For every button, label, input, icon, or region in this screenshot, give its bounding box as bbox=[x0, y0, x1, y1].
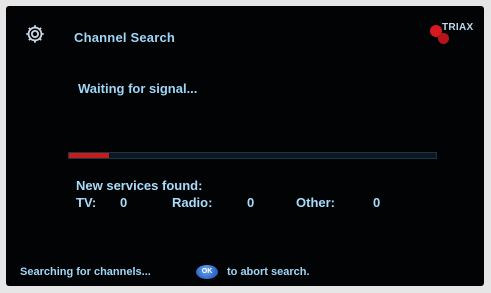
abort-text: to abort search. bbox=[227, 266, 310, 278]
logo-dot-icon bbox=[438, 33, 449, 44]
services-found-heading: New services found: bbox=[76, 178, 203, 193]
searching-text: Searching for channels... bbox=[20, 266, 151, 278]
radio-label: Radio: bbox=[172, 195, 213, 210]
tv-label: TV: bbox=[76, 195, 97, 210]
channel-search-screen: Channel Search TRIAX Waiting for signal.… bbox=[6, 6, 484, 286]
tv-frame: Channel Search TRIAX Waiting for signal.… bbox=[0, 0, 491, 293]
page-title: Channel Search bbox=[74, 30, 176, 45]
radio-count: 0 bbox=[247, 195, 255, 210]
ok-button[interactable]: OK bbox=[196, 265, 218, 279]
brand-name: TRIAX bbox=[442, 22, 474, 33]
search-progress-bar bbox=[68, 152, 437, 159]
status-text: Waiting for signal... bbox=[78, 81, 198, 96]
search-progress-fill bbox=[69, 153, 110, 158]
brand-logo: TRIAX bbox=[430, 22, 480, 48]
footer-hint-bar: Searching for channels... OK to abort se… bbox=[6, 264, 484, 282]
other-count: 0 bbox=[373, 195, 381, 210]
tv-count: 0 bbox=[120, 195, 128, 210]
other-label: Other: bbox=[296, 195, 335, 210]
gear-icon[interactable] bbox=[24, 23, 46, 45]
